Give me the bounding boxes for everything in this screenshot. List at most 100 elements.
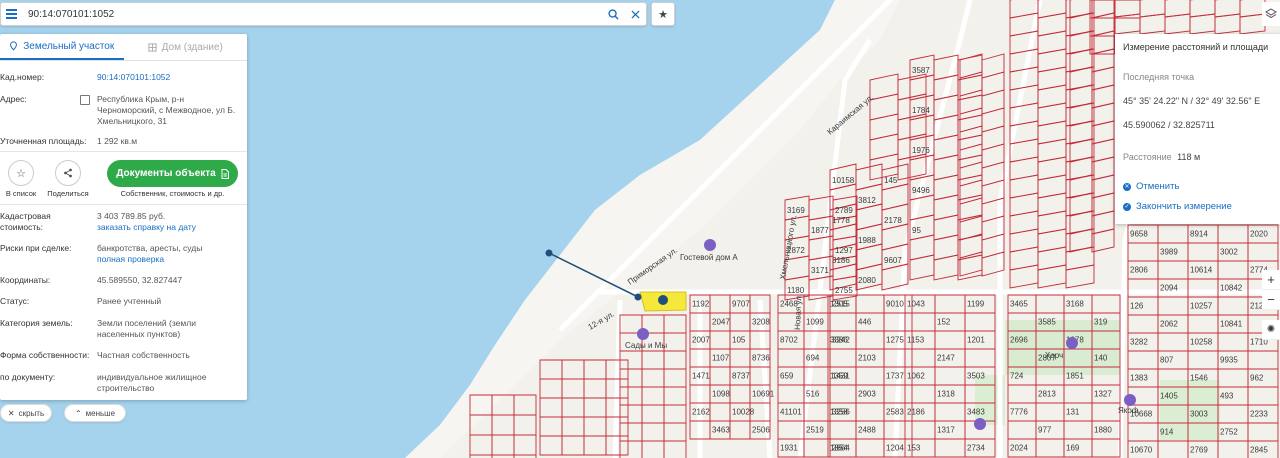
plot-number-label: 1062 — [907, 372, 925, 381]
plot-number-label: 3483 — [967, 408, 985, 417]
risk-value: банкротства, аресты, суды — [97, 243, 203, 253]
plot-number-label: 1471 — [692, 372, 710, 381]
finish-measure-button[interactable]: ✓ Закончить измерение — [1123, 201, 1232, 212]
collapse-panel-button[interactable]: ⌃ меньше — [64, 404, 126, 422]
plot-number-label: 1098 — [712, 390, 730, 399]
plot-number-label: 724 — [1010, 372, 1024, 381]
cad-num-link[interactable]: 90:14:070101:1052 — [97, 72, 170, 82]
plot-number-label: 1180 — [787, 286, 805, 295]
cafe-poi-icon[interactable] — [637, 328, 649, 340]
order-certificate-link[interactable]: заказать справку на дату — [97, 222, 196, 232]
plot-number-label: 2094 — [1160, 284, 1178, 293]
tab-building[interactable]: Дом (здание) — [124, 34, 248, 60]
documents-button[interactable]: Документы объекта — [107, 160, 238, 187]
plot-number-label: 2506 — [752, 426, 770, 435]
search-icon[interactable] — [602, 3, 624, 25]
plot-number-label: 2103 — [858, 354, 876, 363]
bydoc-line-2: строительство — [97, 383, 155, 393]
address-row: Адрес: Республика Крым, р-н Черноморский… — [0, 94, 247, 127]
measurement-panel: Измерение расстояний и площади Последняя… — [1115, 34, 1280, 224]
plot-number-label: 1358 — [830, 408, 848, 417]
plot-number-label: 1359 — [830, 372, 848, 381]
plot-number-label: 2233 — [1250, 410, 1268, 419]
plot-number-label: 2147 — [937, 354, 955, 363]
plot-number-label: 9935 — [1220, 356, 1238, 365]
add-to-list-star-icon[interactable]: ☆ — [8, 160, 34, 186]
documents-subtitle: Собственник, стоимость и др. — [120, 189, 225, 198]
tab-building-label: Дом (здание) — [161, 41, 223, 53]
plot-number-label: 3463 — [712, 426, 730, 435]
collapse-panel-label: меньше — [85, 408, 116, 418]
selected-plot-marker[interactable] — [658, 295, 668, 305]
plot-number-label: 3587 — [912, 66, 930, 75]
plot-number-label: 2062 — [1160, 320, 1178, 329]
zoom-out-button[interactable]: − — [1262, 290, 1280, 310]
address-line-1: Республика Крым, р-н — [97, 94, 185, 104]
plot-number-label: 1297 — [835, 246, 853, 255]
plot-number-label: 1275 — [886, 336, 904, 345]
bydoc-label: по документу: — [0, 372, 56, 382]
plot-number-label: 1784 — [912, 106, 930, 115]
plot-number-label: 1988 — [858, 236, 876, 245]
menu-icon[interactable] — [1, 3, 21, 25]
cancel-measure-button[interactable]: ✕ Отменить — [1123, 181, 1179, 192]
plot-number-label: 3171 — [811, 266, 829, 275]
search-input[interactable] — [21, 4, 602, 24]
distance-row: Расстояние 118 м — [1123, 152, 1200, 162]
close-icon[interactable] — [624, 3, 646, 25]
coords-value: 45.589550, 32.827447 — [97, 275, 183, 285]
hide-panel-button[interactable]: ✕ скрыть — [0, 404, 52, 422]
shop-poi-icon[interactable] — [1124, 394, 1136, 406]
full-check-link[interactable]: полная проверка — [97, 254, 164, 264]
cost-label-2: стоимость: — [0, 222, 44, 232]
plot-number-label: 2789 — [835, 206, 853, 215]
street-label: Харч — [1045, 351, 1063, 360]
plot-number-label: 95 — [912, 226, 921, 235]
layers-icon[interactable] — [1262, 2, 1280, 26]
plot-number-label: 1854 — [830, 444, 848, 453]
risk-row: Риски при сделке: банкротства, аресты, с… — [0, 243, 247, 265]
street-label: Гостевой дом А — [680, 253, 738, 262]
cad-num-label: Кад.номер: — [0, 72, 45, 82]
guesthouse-poi-icon[interactable] — [704, 239, 716, 251]
food-poi-icon[interactable] — [1066, 337, 1078, 349]
copy-icon[interactable] — [80, 95, 90, 105]
plot-number-label: 2024 — [1010, 444, 1028, 453]
plot-number-label: 2806 — [1130, 266, 1148, 275]
distance-value: 118 м — [1177, 152, 1201, 162]
plot-number-label: 1405 — [1160, 392, 1178, 401]
address-line-2: Черноморский, с Межводное, ул Б. — [97, 105, 236, 115]
church-poi-icon[interactable] — [974, 418, 986, 430]
close-icon: ✕ — [7, 408, 15, 418]
plot-number-label: 2583 — [886, 408, 904, 417]
plot-number-label: 153 — [907, 444, 921, 453]
plot-number-label: 140 — [1094, 354, 1108, 363]
cancel-measure-label: Отменить — [1136, 181, 1180, 192]
plot-number-label: 2845 — [1250, 446, 1268, 455]
zoom-in-button[interactable]: + — [1262, 270, 1280, 290]
status-row: Статус: Ранее учтенный — [0, 296, 247, 307]
share-icon[interactable] — [55, 160, 81, 186]
plot-number-label: 10028 — [732, 408, 755, 417]
plot-number-label: 2903 — [858, 390, 876, 399]
measure-point-start[interactable] — [545, 249, 553, 257]
plot-number-label: 8702 — [780, 336, 798, 345]
plot-number-label: 2769 — [1190, 446, 1208, 455]
cost-row: Кадастровая стоимость: 3 403 789.85 руб.… — [0, 211, 247, 233]
hide-panel-label: скрыть — [18, 408, 45, 418]
plot-number-label: 9658 — [1130, 230, 1148, 239]
favorite-star-icon[interactable]: ★ — [651, 2, 675, 26]
plot-number-label: 3002 — [1220, 248, 1238, 257]
plot-number-label: 10841 — [1220, 320, 1243, 329]
measure-point-end[interactable] — [634, 293, 642, 301]
plot-number-label: 2162 — [692, 408, 710, 417]
plot-number-label: 2007 — [692, 336, 710, 345]
plot-number-label: 3989 — [1160, 248, 1178, 257]
plot-number-label: 962 — [1250, 374, 1264, 383]
plot-number-label: 1199 — [967, 300, 985, 309]
panel-tabs: Земельный участок Дом (здание) — [0, 34, 247, 61]
divider — [0, 204, 247, 205]
documents-button-label: Документы объекта — [116, 168, 216, 179]
zoom-in-icon: + — [1267, 272, 1275, 287]
tab-land-plot[interactable]: Земельный участок — [0, 34, 124, 60]
